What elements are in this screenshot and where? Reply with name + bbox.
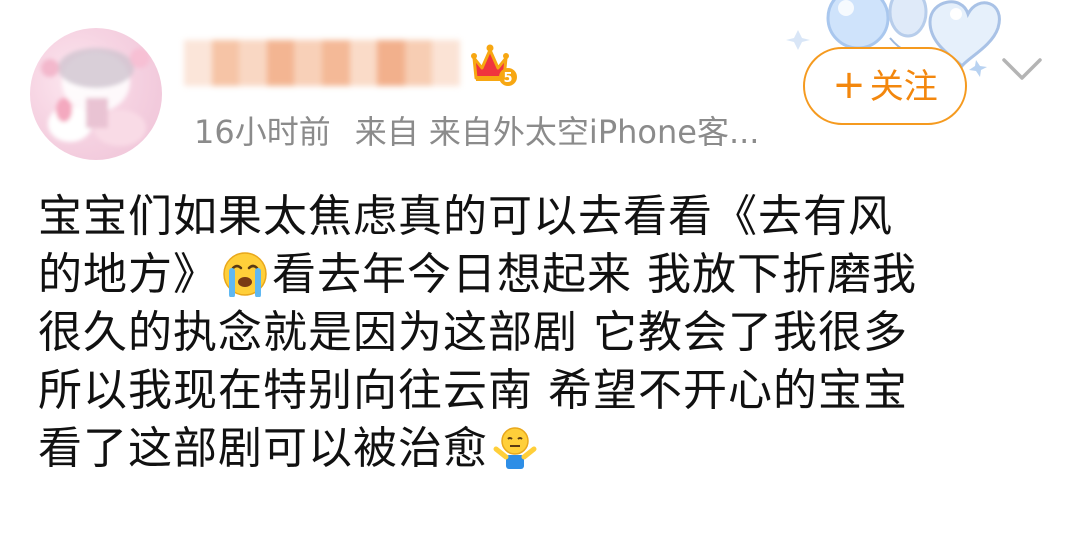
post-content: 宝宝们如果太焦虑真的可以去看看《去有风 的地方》 看去年今日想起来 我放下折磨我… [38, 188, 1048, 478]
username-blurred[interactable] [184, 40, 460, 86]
chevron-down-icon[interactable] [1000, 54, 1044, 84]
follow-button[interactable]: + 关注 [803, 47, 967, 125]
shrug-person-icon [493, 427, 537, 469]
content-line-4: 所以我现在特别向往云南 希望不开心的宝宝 [38, 365, 908, 416]
loudly-crying-face-icon [223, 252, 267, 297]
avatar[interactable] [30, 28, 162, 160]
plus-icon: + [832, 62, 866, 108]
post-time: 16小时前 [194, 113, 331, 151]
source-prefix: 来自 [354, 113, 419, 151]
crown-badge-icon[interactable]: 5 [470, 44, 518, 88]
content-line-5: 看了这部剧可以被治愈 [38, 420, 1048, 478]
content-line-1: 宝宝们如果太焦虑真的可以去看看《去有风 [38, 191, 893, 242]
content-line-2b: 看去年今日想起来 我放下折磨我 [272, 249, 917, 300]
content-line-2a: 的地方》 [38, 249, 218, 300]
avatar-illustration-icon [41, 48, 150, 146]
badge-level: 5 [503, 71, 512, 86]
follow-label: 关注 [869, 67, 938, 107]
content-line-2: 的地方》 看去年今日想起来 我放下折磨我 [38, 246, 1048, 304]
weibo-post-card: 5 16小时前 来自 来自外太空iPhone客... + 关注 宝宝们如果太焦虑真的… [0, 0, 1080, 544]
post-meta: 16小时前 来自 来自外太空iPhone客... [194, 112, 759, 152]
content-line-5-text: 看了这部剧可以被治愈 [38, 423, 488, 474]
content-line-3: 很久的执念就是因为这部剧 它教会了我很多 [38, 307, 908, 358]
post-source[interactable]: 来自外太空iPhone客... [429, 113, 760, 151]
